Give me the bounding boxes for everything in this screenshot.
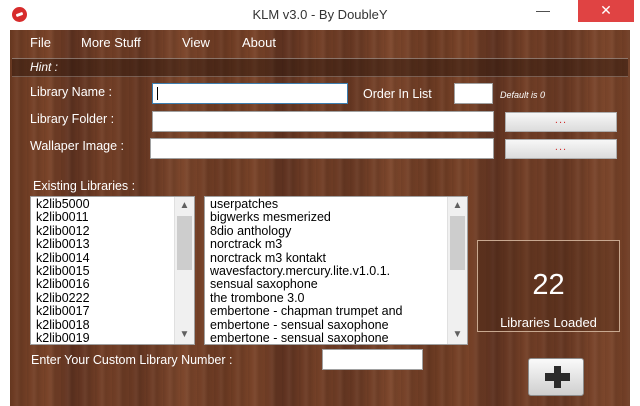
text-caret [157,87,158,100]
chevron-down-icon[interactable]: ▼ [175,327,194,343]
list-item[interactable]: k2lib0017 [36,304,90,318]
chevron-up-icon[interactable]: ▲ [175,198,194,214]
library-id-list[interactable]: k2lib5000 k2lib0011 k2lib0012 k2lib0013 … [30,196,195,345]
library-name-list[interactable]: userpatches bigwerks mesmerized 8dio ant… [204,196,468,345]
scrollbar-thumb[interactable] [450,216,465,270]
list-item[interactable]: wavesfactory.mercury.lite.v1.0.1. [210,264,402,278]
list-item[interactable]: k2lib0019 [36,331,90,344]
list-item[interactable]: embertone - sensual saxophone [210,331,402,344]
existing-libraries-label: Existing Libraries : [33,179,136,193]
list-item[interactable]: k2lib5000 [36,197,90,211]
chevron-down-icon[interactable]: ▼ [448,327,467,343]
order-in-list-label: Order In List [363,87,432,101]
menu-about[interactable]: About [242,35,276,50]
list-item[interactable]: bigwerks mesmerized [210,210,402,224]
libraries-loaded-count: 22 [532,269,565,301]
add-library-button[interactable] [528,358,584,396]
order-in-list-input[interactable] [454,83,493,104]
list-item[interactable]: k2lib0012 [36,224,90,238]
library-id-scrollbar[interactable]: ▲ ▼ [174,197,194,344]
title-bar: KLM v3.0 - By DoubleY — ✕ [0,0,640,30]
menu-file[interactable]: File [30,35,51,50]
list-item[interactable]: norctrack m3 [210,237,402,251]
list-item[interactable]: embertone - sensual saxophone [210,318,402,332]
order-default-note: Default is 0 [500,90,546,100]
hint-bar [12,58,628,77]
close-button[interactable]: ✕ [578,0,634,22]
list-item[interactable]: norctrack m3 kontakt [210,251,402,265]
list-item[interactable]: sensual saxophone [210,278,402,292]
chevron-up-icon[interactable]: ▲ [448,198,467,214]
list-item[interactable]: k2lib0016 [36,278,90,292]
menu-bar: File More Stuff View About [10,30,630,56]
library-folder-browse-button[interactable]: ... [505,112,617,132]
list-item[interactable]: userpatches [210,197,402,211]
wallpaper-image-label: Wallaper Image : [30,139,125,153]
list-item[interactable]: k2lib0018 [36,318,90,332]
library-name-scrollbar[interactable]: ▲ ▼ [447,197,467,344]
library-name-input[interactable] [152,83,348,104]
library-name-label: Library Name : [30,85,112,99]
custom-number-input[interactable] [322,349,423,370]
list-item[interactable]: 8dio anthology [210,224,402,238]
list-item[interactable]: k2lib0014 [36,251,90,265]
list-item[interactable]: embertone - chapman trumpet and [210,304,402,318]
minimize-button[interactable]: — [526,0,560,22]
plus-icon [545,366,570,388]
custom-number-label: Enter Your Custom Library Number : [31,353,233,367]
menu-more-stuff[interactable]: More Stuff [81,35,141,50]
menu-view[interactable]: View [182,35,210,50]
list-item[interactable]: the trombone 3.0 [210,291,402,305]
libraries-loaded-label: Libraries Loaded [500,315,597,330]
scrollbar-thumb[interactable] [177,216,192,270]
list-item[interactable]: k2lib0222 [36,291,90,305]
list-item[interactable]: k2lib0013 [36,237,90,251]
list-item[interactable]: k2lib0015 [36,264,90,278]
wallpaper-browse-button[interactable]: ... [505,139,617,159]
library-folder-label: Library Folder : [30,112,115,126]
libraries-loaded-panel: 22 Libraries Loaded [477,240,620,332]
library-folder-input[interactable] [152,111,494,132]
hint-label: Hint : [30,60,59,74]
wallpaper-image-input[interactable] [150,138,494,159]
list-item[interactable]: k2lib0011 [36,210,90,224]
